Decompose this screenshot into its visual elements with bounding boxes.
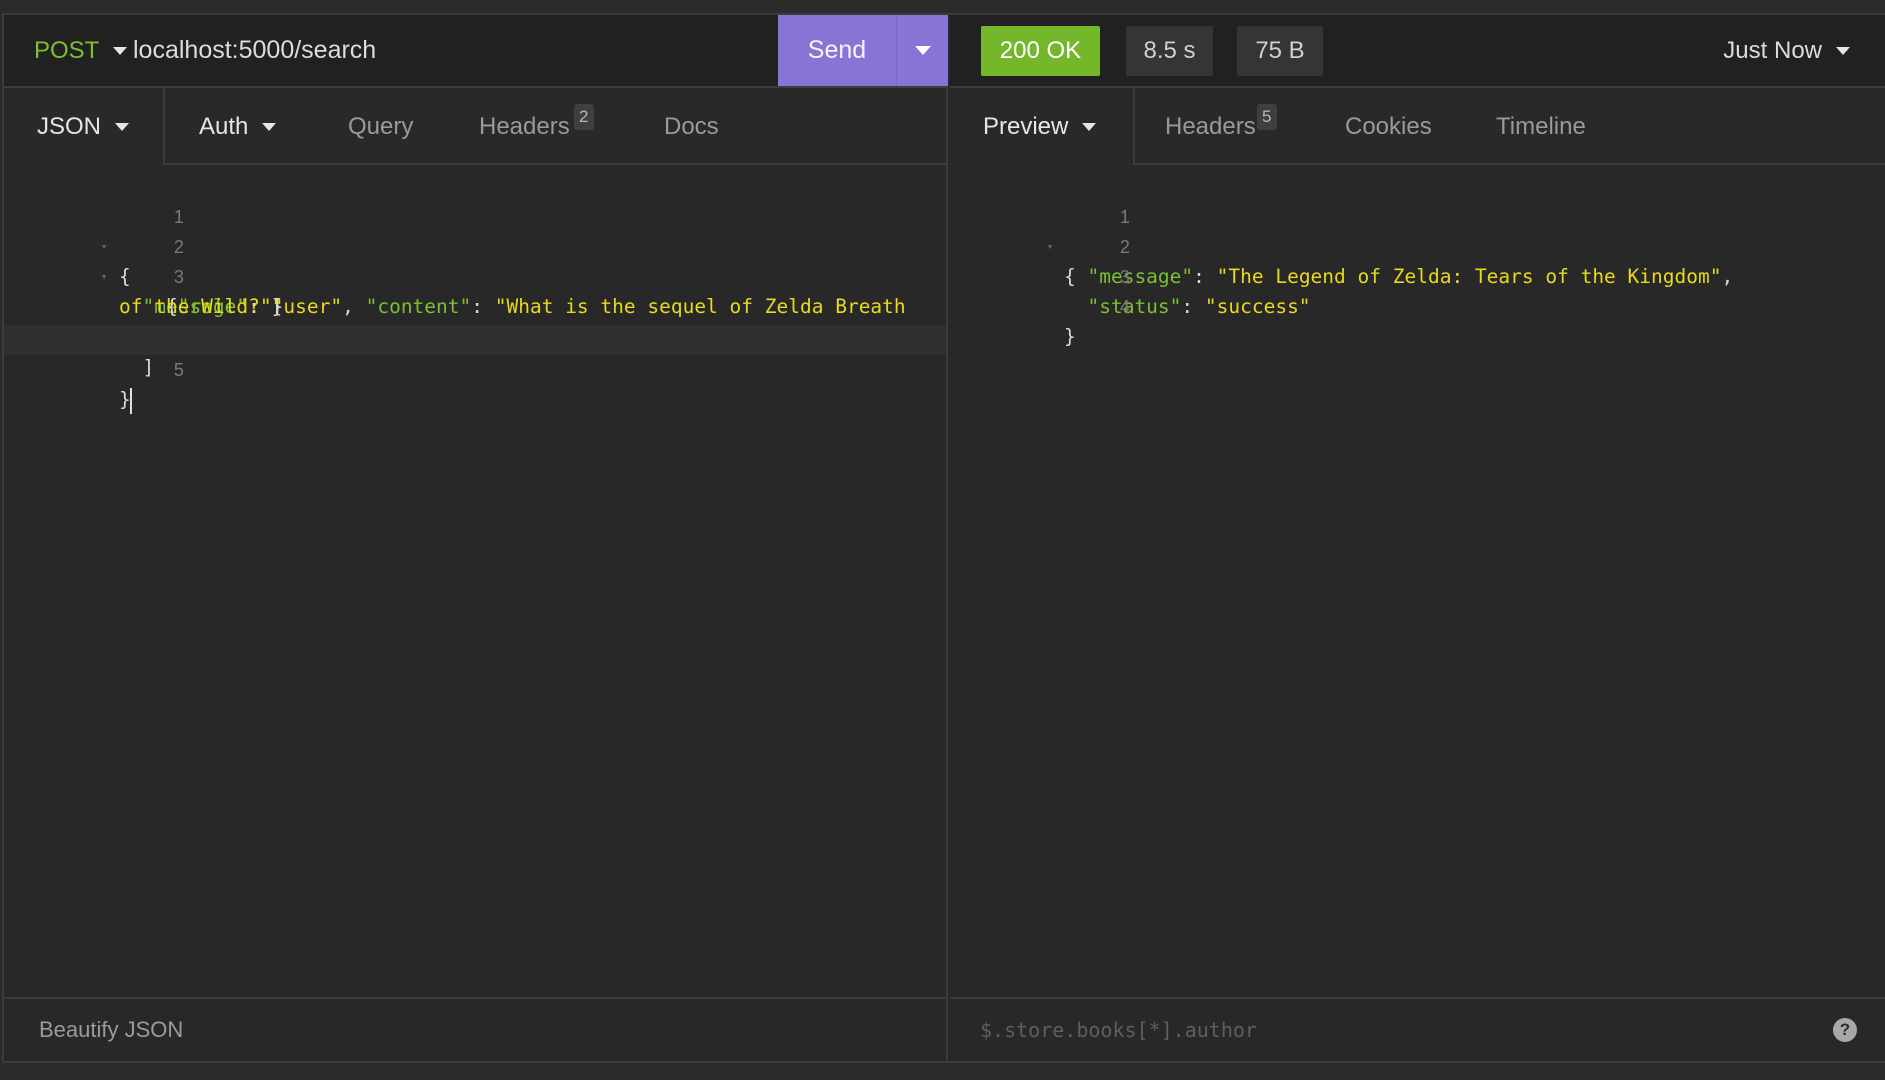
response-pane: 200 OK 8.5 s 75 B Just Now Preview Heade… [950, 15, 1885, 1061]
response-tabs: Preview Headers 5 Cookies Timeline [950, 88, 1885, 165]
code-line: 4 } [950, 262, 1885, 348]
response-size-badge: 75 B [1237, 26, 1323, 76]
response-preview: 1 ▾ { 2 "message": "The Legend of Zelda:… [950, 165, 1885, 997]
code-line: 1 ▾ { [4, 172, 946, 288]
tab-query[interactable]: Query [348, 88, 413, 165]
status-badge: 200 OK [981, 26, 1100, 76]
url-bar: POST localhost:5000/search Send [4, 15, 948, 88]
response-status-bar: 200 OK 8.5 s 75 B Just Now [950, 15, 1885, 88]
code-token: : [1181, 295, 1205, 318]
tab-label: JSON [37, 112, 102, 140]
help-icon[interactable]: ? [1833, 1018, 1857, 1042]
code-token: } [1064, 325, 1076, 348]
request-pane: POST localhost:5000/search Send JSON Aut… [4, 15, 948, 1061]
tab-auth[interactable]: Auth [199, 88, 277, 165]
app-window: POST localhost:5000/search Send JSON Aut… [2, 13, 1885, 1063]
tab-docs[interactable]: Docs [664, 88, 719, 165]
caret-down-icon [1082, 122, 1097, 131]
beautify-json-button[interactable]: Beautify JSON [39, 1017, 183, 1043]
send-button[interactable]: Send [778, 15, 897, 86]
tab-label: Query [348, 112, 414, 140]
response-footer: ? [950, 997, 1885, 1061]
response-history-dropdown[interactable]: Just Now [1723, 15, 1850, 86]
code-line: 4 ] [4, 293, 946, 379]
method-dropdown[interactable]: POST [34, 15, 128, 86]
line-number: 4 [1119, 297, 1130, 317]
tab-label: Headers [1165, 112, 1256, 140]
tab-cookies[interactable]: Cookies [1345, 88, 1432, 165]
code-line-current: 5 } [4, 325, 946, 414]
line-number: 5 [173, 360, 184, 380]
send-options-button[interactable] [897, 15, 948, 86]
tab-response-headers[interactable]: Headers 5 [1165, 88, 1277, 165]
text-cursor [129, 387, 132, 414]
code-line: 3 {"role": "user", "content": "What is t… [4, 232, 946, 318]
tab-timeline[interactable]: Timeline [1496, 88, 1586, 165]
headers-count-badge: 5 [1256, 103, 1277, 130]
code-line: 1 ▾ { [950, 172, 1885, 288]
request-footer: Beautify JSON [4, 997, 946, 1061]
caret-down-icon [115, 122, 130, 131]
response-time-badge: 8.5 s [1126, 26, 1213, 76]
tab-label: Headers [479, 112, 570, 140]
method-label: POST [34, 36, 100, 64]
request-tabs: JSON Auth Query Headers 2 Docs [4, 88, 946, 165]
tab-preview[interactable]: Preview [950, 88, 1135, 165]
caret-down-icon [1836, 46, 1850, 55]
headers-count-badge: 2 [573, 103, 594, 130]
caret-down-icon [262, 122, 277, 131]
code-line: 2 "message": "The Legend of Zelda: Tears… [950, 202, 1885, 288]
response-filter-input[interactable] [980, 1010, 1833, 1050]
caret-down-icon [914, 46, 931, 55]
tab-body-json[interactable]: JSON [4, 88, 165, 165]
tab-label: Auth [199, 112, 249, 140]
tab-headers[interactable]: Headers 2 [479, 88, 594, 165]
tab-label: Preview [983, 112, 1069, 140]
request-body-editor[interactable]: 1 ▾ { 2 ▾ "message": [ 3 {"role": "user"… [4, 165, 946, 997]
caret-down-icon [113, 46, 128, 55]
url-input[interactable]: localhost:5000/search [133, 15, 376, 86]
code-line: 3 "status": "success" [950, 232, 1885, 318]
tab-label: Cookies [1345, 112, 1432, 140]
send-button-group: Send [778, 15, 948, 86]
history-label: Just Now [1723, 36, 1822, 64]
code-line-wrapped: of the Wild?"} [4, 262, 946, 318]
json-string: "success" [1204, 295, 1311, 318]
code-line: 2 ▾ "message": [ [4, 202, 946, 318]
tab-label: Docs [664, 112, 719, 140]
tab-label: Timeline [1496, 112, 1586, 140]
